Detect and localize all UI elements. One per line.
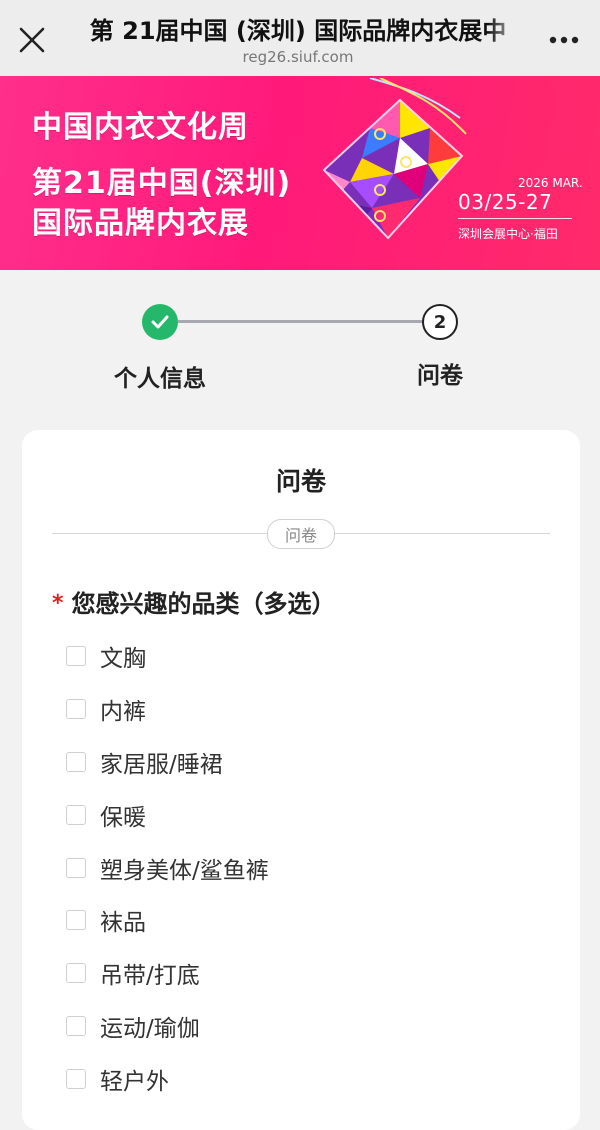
- option-label: 吊带/打底: [100, 963, 200, 990]
- event-banner: 中国内衣文化周 第21届中国(深圳) 国际品牌内衣展 2026 MAR. 03/…: [0, 76, 600, 270]
- banner-logo-art: [322, 78, 467, 240]
- banner-line-2: 第21届中国(深圳): [32, 166, 292, 201]
- option-light-outdoor[interactable]: 轻户外: [66, 1052, 546, 1105]
- banner-dates: 03/25-27: [458, 190, 553, 214]
- title-block: 第 21届中国 (深圳) 国际品牌内衣展中 reg26.siuf.com: [72, 14, 524, 66]
- check-icon: [151, 315, 169, 329]
- banner-year: 2026 MAR.: [518, 176, 583, 190]
- option-label: 运动/瑜伽: [100, 1015, 200, 1042]
- option-neiku[interactable]: 内裤: [66, 683, 546, 736]
- option-label: 塑身美体/鲨鱼裤: [100, 857, 269, 884]
- close-button[interactable]: [14, 22, 50, 58]
- checkbox[interactable]: [66, 751, 86, 772]
- step-1-label: 个人信息: [114, 366, 206, 392]
- option-wenxiong[interactable]: 文胸: [66, 630, 546, 683]
- option-homewear[interactable]: 家居服/睡裙: [66, 736, 546, 789]
- option-list: 文胸 内裤 家居服/睡裙 保暖 塑身美体/鲨鱼裤 袜品 吊带/打底 运动/瑜伽: [66, 630, 546, 1105]
- banner-divider: [458, 218, 572, 219]
- checkbox[interactable]: [66, 699, 86, 720]
- option-thermal[interactable]: 保暖: [66, 788, 546, 841]
- step-2-indicator: 2: [422, 304, 458, 340]
- questionnaire-card: 问卷 问卷 * 您感兴趣的品类（多选） 文胸 内裤 家居服/睡裙 保暖 塑身美体/…: [22, 430, 580, 1130]
- option-label: 轻户外: [100, 1068, 169, 1095]
- option-label: 保暖: [100, 804, 146, 831]
- checkbox[interactable]: [66, 1068, 86, 1089]
- required-mark: *: [52, 591, 64, 616]
- step-connector: [178, 320, 424, 323]
- card-title: 问卷: [275, 467, 326, 496]
- more-icon: [549, 36, 579, 44]
- banner-venue: 深圳会展中心·福田: [458, 227, 558, 241]
- option-socks[interactable]: 袜品: [66, 894, 546, 947]
- option-sport-yoga[interactable]: 运动/瑜伽: [66, 1000, 546, 1053]
- top-bar: 第 21届中国 (深圳) 国际品牌内衣展中 reg26.siuf.com: [0, 0, 600, 76]
- question-text: 您感兴趣的品类（多选）: [71, 590, 336, 618]
- more-button[interactable]: [546, 28, 582, 52]
- page-url: reg26.siuf.com: [242, 48, 354, 66]
- progress-stepper: 2 个人信息 问卷: [0, 270, 600, 430]
- option-label: 袜品: [100, 910, 146, 937]
- checkbox[interactable]: [66, 857, 86, 878]
- checkbox[interactable]: [66, 646, 86, 667]
- step-2-label: 问卷: [417, 363, 463, 389]
- option-label: 内裤: [100, 699, 146, 726]
- option-shapewear[interactable]: 塑身美体/鲨鱼裤: [66, 841, 546, 894]
- close-icon: [19, 27, 45, 53]
- option-camisole[interactable]: 吊带/打底: [66, 947, 546, 1000]
- option-label: 文胸: [100, 646, 146, 673]
- question-label: * 您感兴趣的品类（多选）: [52, 584, 336, 619]
- checkbox[interactable]: [66, 910, 86, 931]
- section-tag: 问卷: [267, 519, 335, 549]
- banner-line-1: 中国内衣文化周: [32, 110, 249, 145]
- banner-line-3: 国际品牌内衣展: [32, 206, 249, 241]
- checkbox[interactable]: [66, 963, 86, 984]
- checkbox[interactable]: [66, 804, 86, 825]
- page-title: 第 21届中国 (深圳) 国际品牌内衣展中: [89, 17, 507, 45]
- step-1-indicator: [142, 304, 178, 340]
- checkbox[interactable]: [66, 1015, 86, 1036]
- option-label: 家居服/睡裙: [100, 751, 223, 778]
